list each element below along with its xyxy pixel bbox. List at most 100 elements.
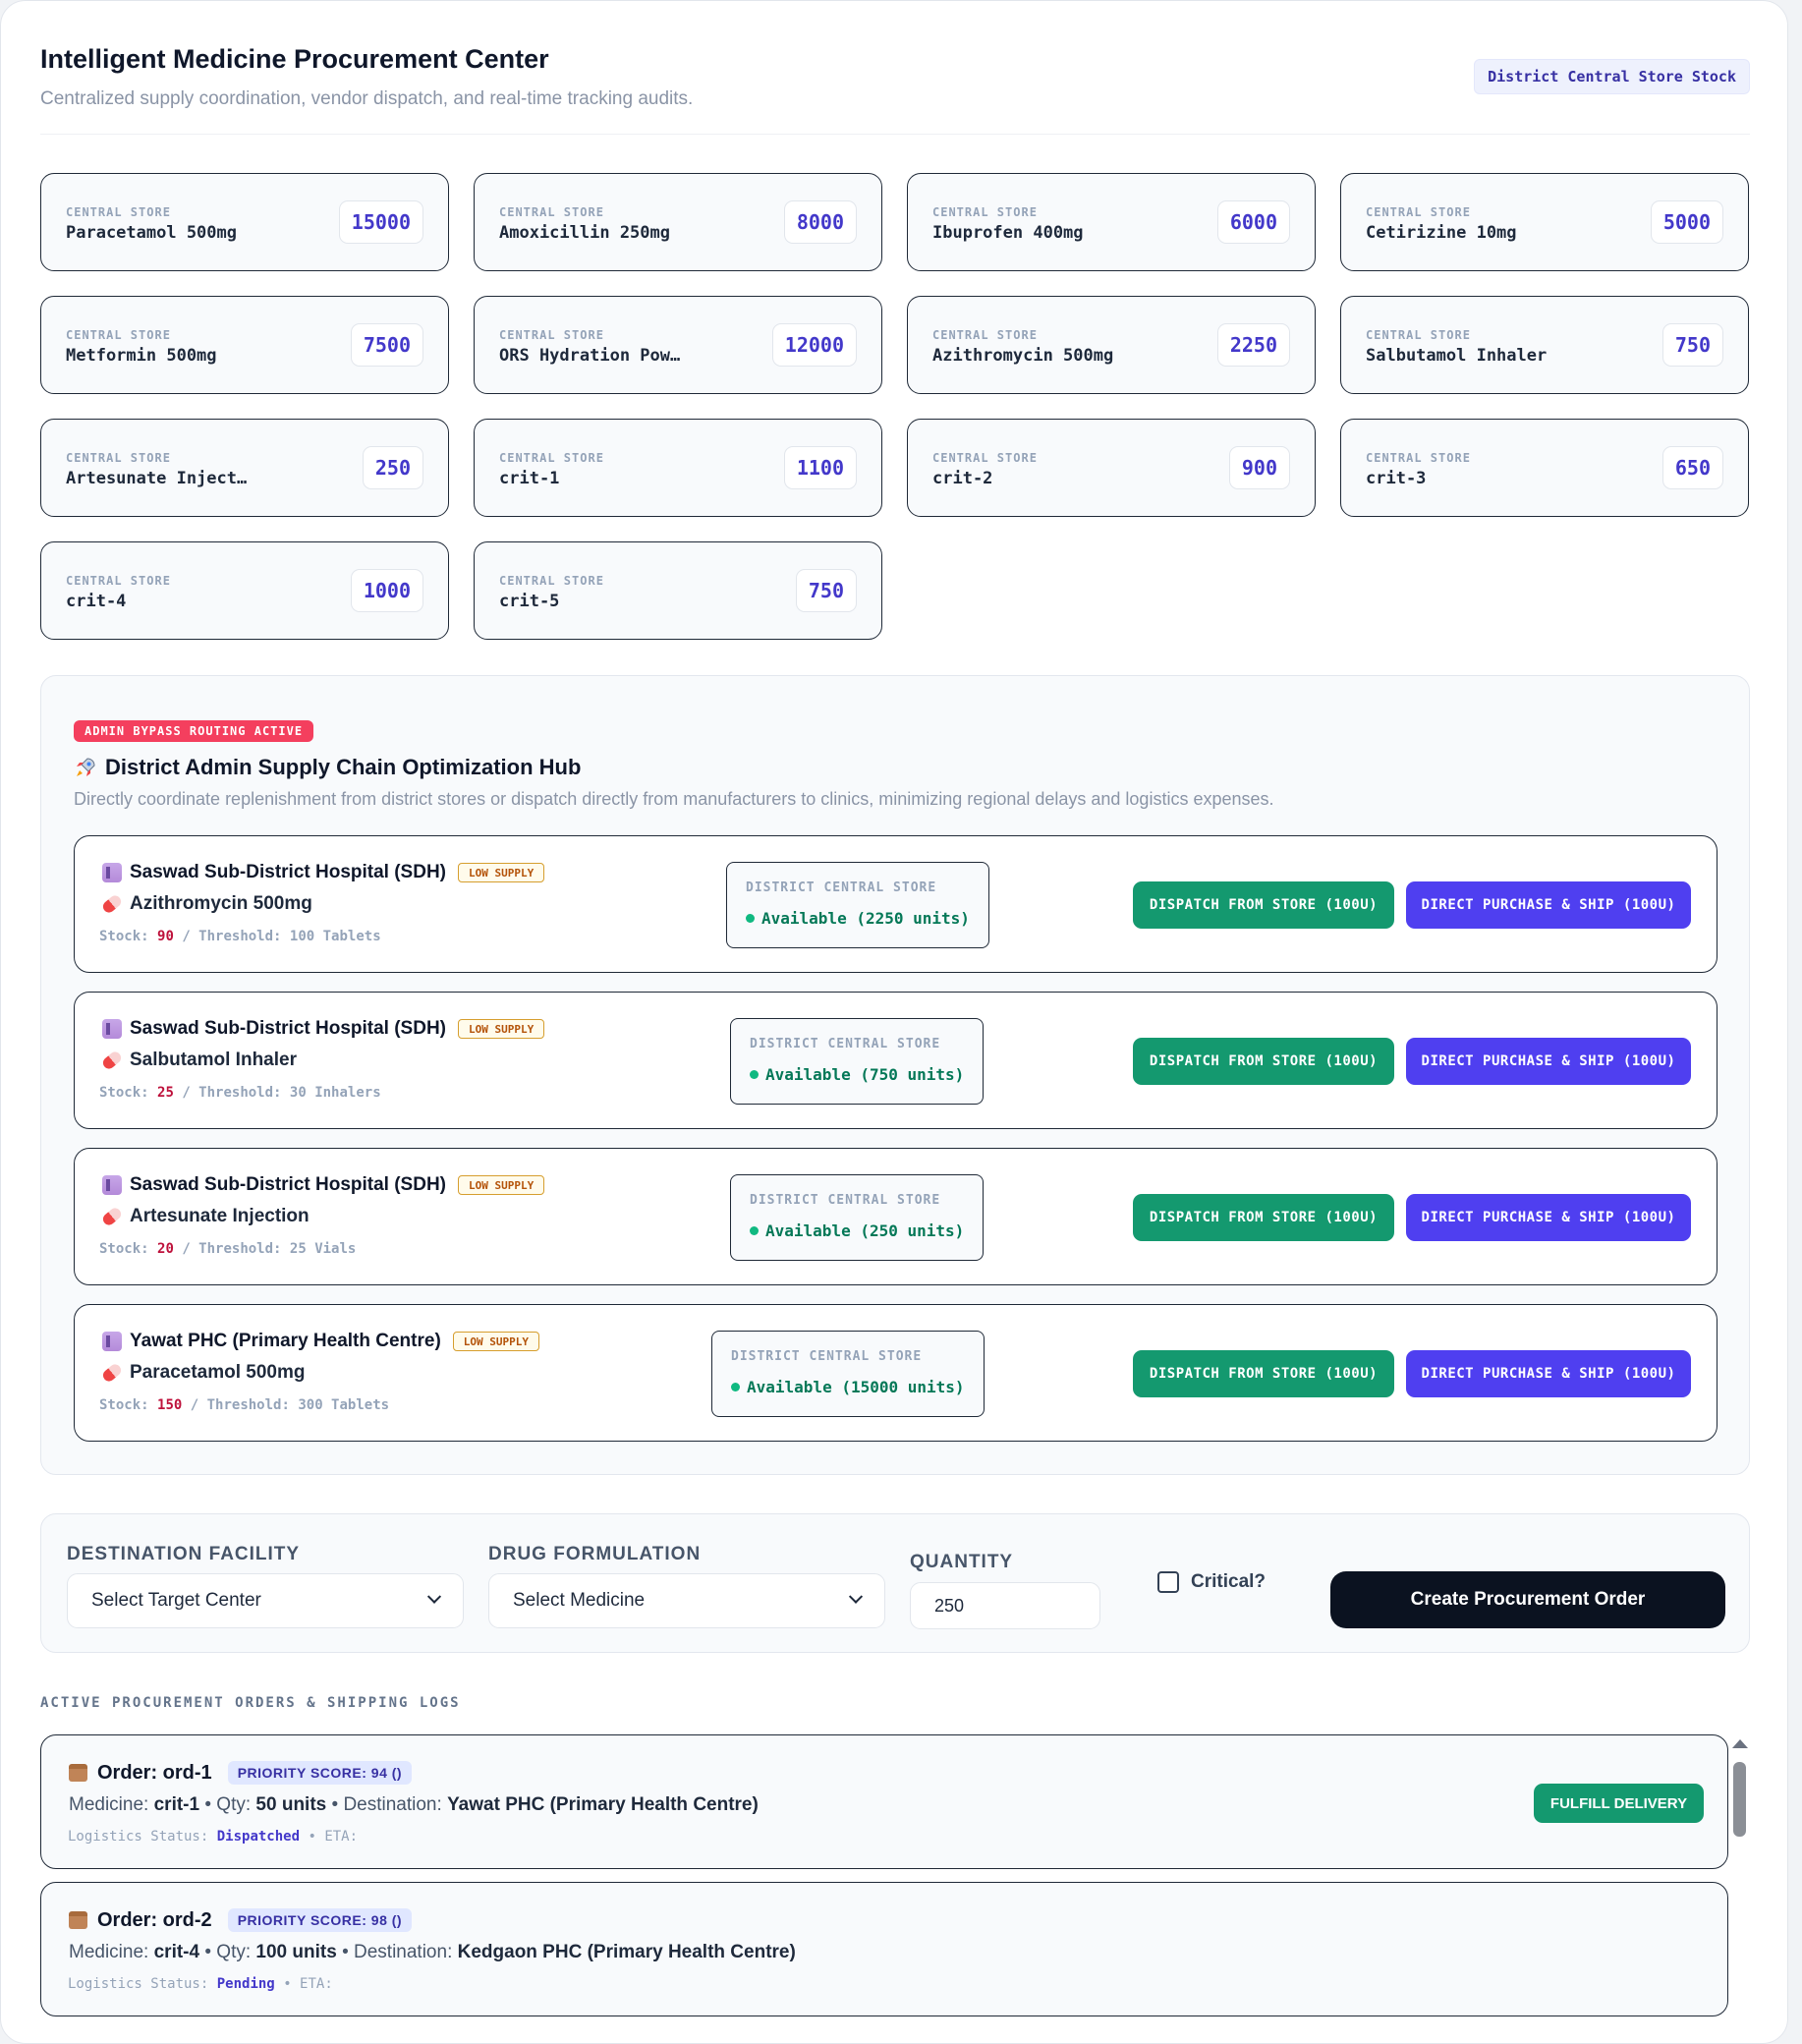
order-qty: 100 units — [255, 1942, 337, 1962]
hospital-icon — [102, 1175, 122, 1195]
store-label: DISTRICT CENTRAL STORE — [750, 1193, 941, 1208]
card-medicine-name: crit-4 — [66, 592, 127, 611]
threshold-prefix: / Threshold: — [190, 1397, 290, 1413]
medicine-row: Artesunate Injection — [100, 1205, 310, 1228]
facility-row: Yawat PHC (Primary Health Centre) LOW SU… — [102, 1331, 539, 1352]
order-destination: Kedgaon PHC (Primary Health Centre) — [457, 1942, 796, 1962]
dispatch-from-store-button[interactable]: DISPATCH FROM STORE (100U) — [1133, 881, 1394, 929]
card-medicine-name: Cetirizine 10mg — [1366, 223, 1517, 243]
stock-card: CENTRAL STORE Paracetamol 500mg 15000 — [40, 173, 449, 271]
store-availability-box: DISTRICT CENTRAL STORE Available (750 un… — [730, 1018, 985, 1105]
hospital-icon — [102, 1019, 122, 1039]
create-order-button[interactable]: Create Procurement Order — [1330, 1571, 1725, 1628]
stock-threshold-line: Stock: 90 / Threshold: 100 Tablets — [99, 929, 381, 944]
destination-label: DESTINATION FACILITY — [67, 1544, 301, 1564]
rocket-icon — [77, 758, 95, 776]
stock-card: CENTRAL STORE crit-4 1000 — [40, 541, 449, 640]
order-qty: 50 units — [255, 1794, 327, 1815]
hub-subtitle: Directly coordinate replenishment from d… — [74, 789, 1274, 809]
stock-card: CENTRAL STORE Ibuprofen 400mg 6000 — [907, 173, 1316, 271]
stock-prefix: Stock: — [99, 1241, 149, 1257]
medicine-row: Salbutamol Inhaler — [100, 1049, 297, 1072]
card-medicine-name: crit-1 — [499, 469, 560, 488]
hospital-icon — [102, 1332, 122, 1351]
destination-select[interactable]: Select Target Center — [67, 1573, 464, 1628]
pill-icon — [100, 1049, 124, 1072]
order-details: Medicine: crit-1 • Qty: 50 units • Desti… — [69, 1794, 759, 1816]
order-title-row: Order: ord-1 PRIORITY SCORE: 94 () — [69, 1761, 413, 1785]
card-label: CENTRAL STORE — [66, 205, 171, 219]
drug-label: DRUG FORMULATION — [488, 1544, 702, 1564]
critical-toggle[interactable]: Critical? — [1157, 1571, 1266, 1593]
direct-purchase-button[interactable]: DIRECT PURCHASE & SHIP (100U) — [1406, 1194, 1691, 1241]
stock-prefix: Stock: — [99, 929, 149, 944]
hospital-icon — [102, 863, 122, 882]
medicine-name: Artesunate Injection — [130, 1206, 310, 1226]
availability-row: Available (750 units) — [750, 1065, 964, 1084]
procurement-panel: Intelligent Medicine Procurement Center … — [0, 0, 1788, 2044]
card-label: CENTRAL STORE — [1366, 328, 1471, 342]
qty-prefix: • Qty: — [204, 1794, 252, 1815]
priority-score-badge: PRIORITY SCORE: 98 () — [227, 1908, 413, 1932]
quantity-input[interactable]: 250 — [910, 1582, 1100, 1629]
dispatch-from-store-button[interactable]: DISPATCH FROM STORE (100U) — [1133, 1038, 1394, 1085]
availability-text: Available (15000 units) — [747, 1378, 965, 1396]
low-supply-badge: LOW SUPPLY — [458, 863, 545, 882]
eta-prefix: • ETA: — [283, 1976, 333, 1992]
critical-checkbox[interactable] — [1157, 1571, 1179, 1593]
medicine-value: Select Medicine — [513, 1590, 646, 1611]
logistics-status-line: Logistics Status: Dispatched • ETA: — [68, 1829, 358, 1845]
stock-card: CENTRAL STORE Cetirizine 10mg 5000 — [1340, 173, 1749, 271]
availability-row: Available (2250 units) — [746, 909, 970, 928]
dispatch-from-store-button[interactable]: DISPATCH FROM STORE (100U) — [1133, 1350, 1394, 1397]
card-label: CENTRAL STORE — [1366, 205, 1471, 219]
quantity-label: QUANTITY — [910, 1552, 1014, 1572]
threshold-prefix: / Threshold: — [182, 1085, 282, 1101]
facility-name: Saswad Sub-District Hospital (SDH) — [130, 1018, 446, 1039]
restock-recommendation-card: Saswad Sub-District Hospital (SDH) LOW S… — [74, 1148, 1718, 1285]
low-supply-badge: LOW SUPPLY — [452, 1332, 539, 1351]
direct-purchase-button[interactable]: DIRECT PURCHASE & SHIP (100U) — [1406, 1350, 1691, 1397]
card-quantity: 6000 — [1216, 200, 1290, 244]
chevron-down-icon — [426, 1589, 442, 1604]
fulfill-delivery-button[interactable]: FULFILL DELIVERY — [1534, 1784, 1704, 1823]
card-label: CENTRAL STORE — [66, 328, 171, 342]
medicine-row: Paracetamol 500mg — [100, 1361, 306, 1385]
card-medicine-name: crit-5 — [499, 592, 560, 611]
direct-purchase-button[interactable]: DIRECT PURCHASE & SHIP (100U) — [1406, 1038, 1691, 1085]
card-quantity: 7500 — [350, 323, 423, 367]
pill-icon — [100, 1205, 124, 1228]
card-label: CENTRAL STORE — [499, 451, 604, 465]
store-stock-badge: District Central Store Stock — [1474, 59, 1750, 94]
stock-card: CENTRAL STORE crit-2 900 — [907, 419, 1316, 517]
stock-threshold-line: Stock: 25 / Threshold: 30 Inhalers — [99, 1085, 381, 1101]
card-quantity: 650 — [1661, 446, 1723, 489]
scroll-up-arrow-icon[interactable] — [1732, 1739, 1748, 1748]
card-medicine-name: Azithromycin 500mg — [932, 346, 1114, 366]
threshold-value: 30 Inhalers — [289, 1085, 381, 1101]
logistics-status-line: Logistics Status: Pending • ETA: — [68, 1976, 333, 1992]
stock-card: CENTRAL STORE Artesunate Inject… 250 — [40, 419, 449, 517]
card-quantity: 12000 — [771, 323, 857, 367]
facility-name: Saswad Sub-District Hospital (SDH) — [130, 862, 446, 882]
dispatch-from-store-button[interactable]: DISPATCH FROM STORE (100U) — [1133, 1194, 1394, 1241]
medicine-select[interactable]: Select Medicine — [488, 1573, 885, 1628]
orders-scrollbar-thumb[interactable] — [1733, 1762, 1746, 1837]
direct-purchase-button[interactable]: DIRECT PURCHASE & SHIP (100U) — [1406, 881, 1691, 929]
stock-value: 90 — [157, 929, 174, 944]
card-quantity: 15000 — [338, 200, 423, 244]
card-label: CENTRAL STORE — [932, 451, 1038, 465]
store-availability-box: DISTRICT CENTRAL STORE Available (250 un… — [730, 1174, 985, 1261]
priority-score-badge: PRIORITY SCORE: 94 () — [227, 1761, 413, 1785]
card-medicine-name: Metformin 500mg — [66, 346, 217, 366]
card-label: CENTRAL STORE — [66, 574, 171, 588]
dest-prefix: • Destination: — [342, 1942, 453, 1962]
card-quantity: 750 — [1661, 323, 1723, 367]
pill-icon — [100, 892, 124, 916]
order-card: Order: ord-2 PRIORITY SCORE: 98 () Medic… — [40, 1882, 1728, 2016]
order-medicine: crit-4 — [153, 1942, 200, 1962]
card-medicine-name: ORS Hydration Pow… — [499, 346, 681, 366]
card-label: CENTRAL STORE — [1366, 451, 1471, 465]
card-medicine-name: crit-2 — [932, 469, 993, 488]
stock-card: CENTRAL STORE Amoxicillin 250mg 8000 — [474, 173, 882, 271]
